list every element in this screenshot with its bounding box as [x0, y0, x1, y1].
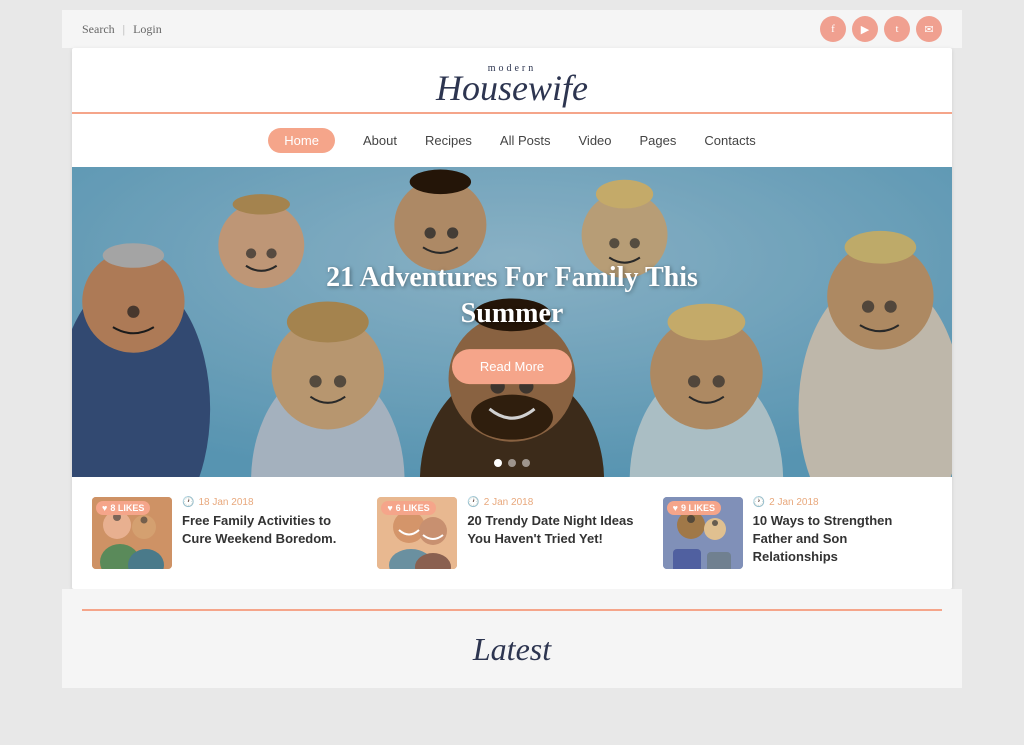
post-title-3[interactable]: 10 Ways to Strengthen Father and Son Rel…: [753, 512, 932, 567]
heart-icon-1: [102, 503, 107, 513]
social-icons: f ▶ t ✉: [820, 16, 942, 42]
facebook-icon[interactable]: f: [820, 16, 846, 42]
post-info-2: 2 Jan 2018 20 Trendy Date Night Ideas Yo…: [467, 497, 646, 548]
slider-dots: [494, 459, 530, 467]
post-card-3: 9 LIKES 2 Jan 2018 10 Ways to Strengthen…: [663, 497, 932, 569]
likes-badge-3: 9 LIKES: [667, 501, 721, 515]
nav-about[interactable]: About: [363, 133, 397, 148]
bottom-section: Latest: [62, 589, 962, 688]
heart-icon-3: [673, 503, 678, 513]
clock-icon-1: [182, 497, 194, 508]
post-info-1: 18 Jan 2018 Free Family Activities to Cu…: [182, 497, 361, 548]
post-title-1[interactable]: Free Family Activities to Cure Weekend B…: [182, 512, 361, 548]
twitter-icon[interactable]: t: [884, 16, 910, 42]
post-meta-2: 2 Jan 2018: [467, 497, 646, 508]
post-card-1: 8 LIKES 18 Jan 2018 Free Family Activiti…: [92, 497, 361, 569]
hero-slider: 21 Adventures For Family This Summer Rea…: [72, 167, 952, 477]
post-thumb-2: 6 LIKES: [377, 497, 457, 569]
top-bar-left: Search | Login: [82, 22, 162, 37]
slider-dot-2[interactable]: [508, 459, 516, 467]
slider-dot-3[interactable]: [522, 459, 530, 467]
nav-contacts[interactable]: Contacts: [704, 133, 755, 148]
posts-section: 8 LIKES 18 Jan 2018 Free Family Activiti…: [72, 477, 952, 589]
post-info-3: 2 Jan 2018 10 Ways to Strengthen Father …: [753, 497, 932, 567]
logo-main: Housewife: [436, 68, 588, 108]
post-thumb-1: 8 LIKES: [92, 497, 172, 569]
top-bar: Search | Login f ▶ t ✉: [62, 10, 962, 48]
hero-overlay: 21 Adventures For Family This Summer Rea…: [292, 260, 732, 384]
slider-dot-1[interactable]: [494, 459, 502, 467]
search-link[interactable]: Search: [82, 22, 115, 37]
nav-recipes[interactable]: Recipes: [425, 133, 472, 148]
main-nav: Home About Recipes All Posts Video Pages…: [72, 114, 952, 167]
youtube-icon[interactable]: ▶: [852, 16, 878, 42]
likes-badge-1: 8 LIKES: [96, 501, 150, 515]
post-meta-3: 2 Jan 2018: [753, 497, 932, 508]
post-title-2[interactable]: 20 Trendy Date Night Ideas You Haven't T…: [467, 512, 646, 548]
nav-home[interactable]: Home: [268, 128, 335, 153]
hero-read-more-button[interactable]: Read More: [452, 349, 572, 384]
nav-pages[interactable]: Pages: [640, 133, 677, 148]
divider: |: [123, 22, 125, 37]
heart-icon-2: [387, 503, 392, 513]
latest-container: Latest: [82, 609, 942, 668]
likes-badge-2: 6 LIKES: [381, 501, 435, 515]
post-thumb-3: 9 LIKES: [663, 497, 743, 569]
clock-icon-2: [467, 497, 479, 508]
hero-title: 21 Adventures For Family This Summer: [292, 260, 732, 333]
post-card-2: 6 LIKES 2 Jan 2018 20 Trendy Date Night …: [377, 497, 646, 569]
nav-video[interactable]: Video: [579, 133, 612, 148]
login-link[interactable]: Login: [133, 22, 162, 37]
site-logo: modern Housewife: [82, 64, 942, 106]
main-card: modern Housewife Home About Recipes All …: [72, 48, 952, 589]
site-header: modern Housewife: [72, 48, 952, 114]
post-meta-1: 18 Jan 2018: [182, 497, 361, 508]
instagram-icon[interactable]: ✉: [916, 16, 942, 42]
clock-icon-3: [753, 497, 765, 508]
nav-all-posts[interactable]: All Posts: [500, 133, 551, 148]
latest-title: Latest: [82, 631, 942, 668]
